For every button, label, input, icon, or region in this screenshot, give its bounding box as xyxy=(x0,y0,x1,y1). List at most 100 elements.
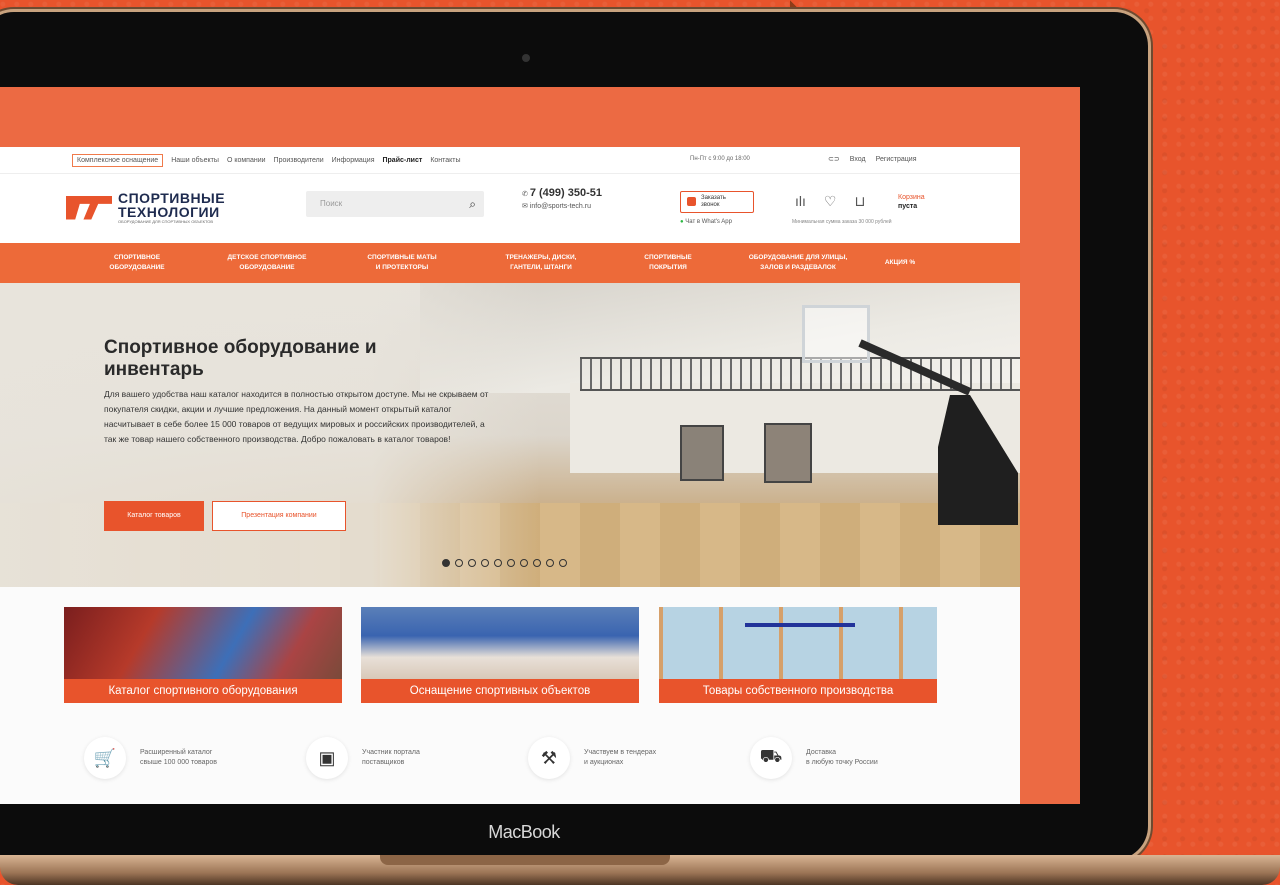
slider-dot[interactable] xyxy=(481,559,489,567)
slider-dot[interactable] xyxy=(533,559,541,567)
category-card[interactable]: Каталог спортивного оборудования xyxy=(64,607,342,703)
feature-line1: Расширенный каталог xyxy=(140,749,213,756)
phone-icon: ✆ xyxy=(522,191,530,198)
cart-title: Корзина xyxy=(898,194,925,201)
slider-dot[interactable] xyxy=(507,559,515,567)
hero-image-door xyxy=(764,423,812,483)
top-nav-item[interactable]: Контакты xyxy=(430,157,460,164)
logo-line2: ТЕХНОЛОГИИ xyxy=(118,204,220,220)
catalog-button[interactable]: Каталог товаров xyxy=(104,501,204,531)
cart-summary[interactable]: Корзина пуста xyxy=(898,193,925,211)
top-nav-item[interactable]: Информация xyxy=(332,157,375,164)
category-label: Оснащение спортивных объектов xyxy=(361,679,639,703)
search-placeholder: Поиск xyxy=(320,199,343,208)
device-label: MacBook xyxy=(488,822,560,842)
callback-line2: звонок xyxy=(701,202,720,208)
hero-text: Для вашего удобства наш каталог находитс… xyxy=(104,389,489,444)
hero-title: Спортивное оборудование и инвентарь xyxy=(104,337,377,380)
cart-icon[interactable]: ⊔ xyxy=(854,193,865,210)
feature-item: ⛟ Доставка в любую точку России xyxy=(750,737,926,779)
feature-item: ▣ Участник портала поставщиков xyxy=(306,737,482,779)
website: Комплексное оснащение Наши объекты О ком… xyxy=(0,147,1020,804)
feature-item: ⚒ Участвуем в тендерах и аукционах xyxy=(528,737,704,779)
callback-label: Заказать звонок xyxy=(701,195,726,209)
header: СПОРТИВНЫЕ ТЕХНОЛОГИИ ОБОРУДОВАНИЕ ДЛЯ С… xyxy=(0,173,1020,243)
callback-button[interactable]: Заказать звонок xyxy=(680,191,754,213)
email-link[interactable]: info@sports-tech.ru xyxy=(530,203,591,210)
feature-line2: в любую точку России xyxy=(806,759,878,766)
hero-slider: Спортивное оборудование и инвентарь Для … xyxy=(0,283,1020,587)
feature-item: 🛒 Расширенный каталог свыше 100 000 товар… xyxy=(84,737,260,779)
category-card[interactable]: Оснащение спортивных объектов xyxy=(361,607,639,703)
callback-line1: Заказать xyxy=(701,195,726,201)
truck-icon: ⛟ xyxy=(750,737,792,779)
menu-item-sale[interactable]: Акция % xyxy=(872,258,928,268)
category-card[interactable]: Товары собственного производства xyxy=(659,607,937,703)
top-nav-item[interactable]: Прайс-лист xyxy=(383,157,423,164)
slider-dot[interactable] xyxy=(455,559,463,567)
menu-item[interactable]: Спортивные маты и протекторы xyxy=(352,253,452,273)
phone-number[interactable]: 7 (499) 350-51 xyxy=(530,187,602,199)
laptop-notch xyxy=(380,855,670,865)
feature-line1: Участвуем в тендерах xyxy=(584,749,657,756)
menu-item[interactable]: Детское спортивное оборудование xyxy=(212,253,322,273)
gavel-icon: ⚒ xyxy=(528,737,570,779)
features-row: 🛒 Расширенный каталог свыше 100 000 товар… xyxy=(0,737,1020,787)
menu-item[interactable]: Спортивные покрытия xyxy=(628,253,708,273)
main-menu: Спортивное оборудование Детское спортивно… xyxy=(0,243,1020,283)
menu-item[interactable]: Оборудование для улицы, залов и раздевало… xyxy=(734,253,862,273)
laptop-frame: Комплексное оснащение Наши объекты О ком… xyxy=(0,12,1148,860)
category-label: Товары собственного производства xyxy=(659,679,937,703)
cart-value: пуста xyxy=(898,203,918,210)
slider-dot[interactable] xyxy=(546,559,554,567)
category-label: Каталог спортивного оборудования xyxy=(64,679,342,703)
menu-item[interactable]: Тренажеры, диски, гантели, штанги xyxy=(486,253,596,273)
login-link[interactable]: Вход xyxy=(850,156,866,163)
slider-dot[interactable] xyxy=(559,559,567,567)
logo-subtitle: ОБОРУДОВАНИЕ ДЛЯ СПОРТИВНЫХ ОБЪЕКТОВ xyxy=(118,219,214,224)
auth-links: ⊂⊃ Вход Регистрация xyxy=(828,155,917,164)
compare-icon[interactable]: ılı xyxy=(795,193,806,210)
camera-dot xyxy=(522,54,530,62)
logo-line1: СПОРТИВНЫЕ xyxy=(118,190,226,206)
category-image xyxy=(659,607,937,679)
top-nav-item[interactable]: Наши объекты xyxy=(171,157,219,164)
basket-icon: 🛒 xyxy=(84,737,126,779)
slider-dot[interactable] xyxy=(494,559,502,567)
contacts: ✆ 7 (499) 350-51 ✉ info@sports-tech.ru xyxy=(522,187,602,213)
header-icons: ılı ♡ ⊔ xyxy=(795,193,865,210)
search-icon[interactable]: ⌕ xyxy=(469,197,476,212)
top-bar: Комплексное оснащение Наши объекты О ком… xyxy=(0,147,1020,174)
laptop-screen: Комплексное оснащение Наши объекты О ком… xyxy=(0,87,1080,804)
slider-dots xyxy=(442,559,567,567)
logo-text: СПОРТИВНЫЕ ТЕХНОЛОГИИ ОБОРУДОВАНИЕ ДЛЯ С… xyxy=(118,191,225,224)
top-nav-item[interactable]: О компании xyxy=(227,157,266,164)
mail-icon: ✉ xyxy=(522,203,530,210)
logo-mark-icon xyxy=(66,195,112,220)
feature-line2: свыше 100 000 товаров xyxy=(140,759,218,766)
categories-section: Каталог спортивного оборудования Оснащен… xyxy=(0,587,1020,804)
menu-item[interactable]: Спортивное оборудование xyxy=(92,253,182,273)
slider-dot[interactable] xyxy=(520,559,528,567)
slider-dot[interactable] xyxy=(442,559,450,567)
top-nav-item[interactable]: Комплексное оснащение xyxy=(72,154,164,167)
slider-dot[interactable] xyxy=(468,559,476,567)
feature-line2: поставщиков xyxy=(362,759,405,766)
register-link[interactable]: Регистрация xyxy=(876,156,917,163)
whatsapp-link[interactable]: ● Чат в What's App xyxy=(680,219,732,225)
search-input[interactable]: Поиск ⌕ xyxy=(306,191,484,217)
feature-line1: Участник портала xyxy=(362,749,420,756)
logo[interactable]: СПОРТИВНЫЕ ТЕХНОЛОГИИ ОБОРУДОВАНИЕ ДЛЯ С… xyxy=(66,191,225,224)
min-order-note: Минимальная сумма заказа 30 000 рублей xyxy=(792,219,892,225)
working-hours: Пн-Пт с 9:00 до 18:00 xyxy=(690,156,750,162)
heart-icon[interactable]: ♡ xyxy=(824,193,837,210)
top-nav-item[interactable]: Производители xyxy=(274,157,324,164)
whatsapp-icon: ● xyxy=(680,219,684,225)
login-icon: ⊂⊃ xyxy=(828,156,840,163)
category-image xyxy=(361,607,639,679)
hero-image-door xyxy=(680,425,724,481)
basketball-backboard xyxy=(802,305,870,363)
presentation-button[interactable]: Презентация компании xyxy=(212,501,346,531)
phone-icon xyxy=(687,197,696,206)
whatsapp-label: Чат в What's App xyxy=(685,219,732,225)
